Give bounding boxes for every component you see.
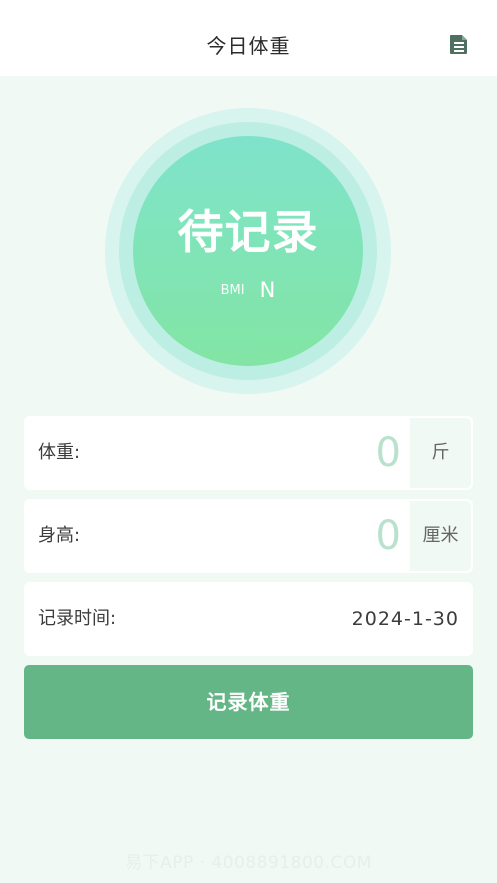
weight-unit: 斤 (410, 418, 471, 488)
app-header: 今日体重 (0, 0, 497, 76)
page-title: 今日体重 (206, 34, 291, 58)
watermark: 易下APP · 4008891800.COM (125, 853, 372, 873)
height-input[interactable]: 0 (376, 499, 401, 573)
bmi-display: BMI N (133, 278, 363, 302)
document-icon[interactable] (448, 33, 470, 55)
height-label: 身高: (38, 525, 81, 546)
height-card: 身高: 0 厘米 (24, 499, 473, 573)
status-title: 待记录 (177, 205, 319, 259)
record-time-card[interactable]: 记录时间: 2024-1-30 (24, 582, 473, 656)
weight-input[interactable]: 0 (376, 416, 401, 490)
record-time-label: 记录时间: (38, 608, 117, 629)
bmi-value: N (259, 278, 276, 302)
record-weight-button[interactable]: 记录体重 (24, 665, 473, 739)
weight-label: 体重: (38, 442, 81, 463)
height-unit: 厘米 (410, 501, 471, 571)
bmi-label: BMI (220, 282, 245, 298)
weight-card: 体重: 0 斤 (24, 416, 473, 490)
record-time-value[interactable]: 2024-1-30 (352, 582, 459, 656)
